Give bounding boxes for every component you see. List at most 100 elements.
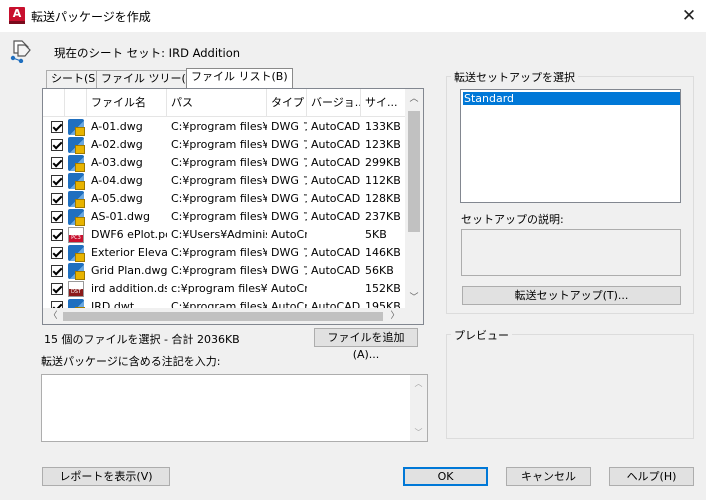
- cell-size: 146KB: [365, 246, 401, 259]
- cell-type: DWG フ: [271, 264, 307, 277]
- dwg-file-icon: [68, 173, 85, 190]
- setup-group-legend: 転送セットアップを選択: [451, 69, 578, 85]
- notes-textarea[interactable]: ︿ ﹀: [41, 374, 428, 442]
- cell-path: C:¥program files¥A: [171, 156, 267, 169]
- include-file-checkbox[interactable]: [51, 175, 63, 187]
- cell-size: 133KB: [365, 120, 401, 133]
- cell-name: Grid Plan.dwg: [91, 264, 167, 277]
- column-header-type[interactable]: タイプ: [267, 89, 307, 117]
- column-header-path[interactable]: パス: [167, 89, 267, 117]
- cell-path: C:¥program files¥A: [171, 210, 267, 223]
- cell-type: DWG フ: [271, 192, 307, 205]
- scroll-up-arrow-icon[interactable]: ︿: [405, 91, 423, 107]
- setup-description-field: [461, 229, 681, 276]
- include-file-checkbox[interactable]: [51, 139, 63, 151]
- file-list-row[interactable]: ird addition.dst c:¥program files¥A AutoCr…: [43, 280, 405, 298]
- header-icon-column: [65, 89, 87, 117]
- scroll-left-arrow-icon[interactable]: 〈: [45, 308, 61, 324]
- cell-path: C:¥program files¥A: [171, 246, 267, 259]
- cell-name: A-04.dwg: [91, 174, 143, 187]
- cell-type: AutoCr: [271, 282, 307, 295]
- add-file-button[interactable]: ファイルを追加(A)...: [314, 328, 418, 361]
- cell-path: c:¥program files¥A: [171, 282, 267, 295]
- scroll-corner: [405, 308, 423, 324]
- include-file-checkbox[interactable]: [51, 157, 63, 169]
- cell-name: ird addition.dst: [91, 282, 167, 295]
- file-list-row[interactable]: DWF6 ePlot.pc C:¥Users¥Administ AutoCr 5KB: [43, 226, 405, 244]
- notes-scroll-up-icon[interactable]: ︿: [412, 378, 425, 389]
- tab-file-list[interactable]: ファイル リスト(B): [186, 68, 293, 89]
- cancel-button[interactable]: キャンセル: [506, 467, 591, 486]
- include-file-checkbox[interactable]: [51, 211, 63, 223]
- dwg-file-icon: [68, 263, 85, 280]
- horizontal-scroll-thumb[interactable]: [63, 312, 383, 321]
- setup-description-label: セットアップの説明:: [461, 213, 564, 226]
- close-button[interactable]: ✕: [672, 2, 706, 30]
- cell-name: A-05.dwg: [91, 192, 143, 205]
- cell-version: AutoCAD: [311, 120, 361, 133]
- column-header-size[interactable]: サイ...: [361, 89, 405, 117]
- cell-type: DWG フ: [271, 246, 307, 259]
- file-list-row[interactable]: Grid Plan.dwg C:¥program files¥A DWG フ Auto…: [43, 262, 405, 280]
- setup-listbox[interactable]: [460, 89, 681, 203]
- dwg-file-icon: [68, 209, 85, 226]
- include-file-checkbox[interactable]: [51, 247, 63, 259]
- scroll-down-arrow-icon[interactable]: ﹀: [405, 290, 423, 306]
- cell-version: AutoCAD: [311, 156, 361, 169]
- file-list-row[interactable]: A-02.dwg C:¥program files¥A DWG フ AutoCAD 12…: [43, 136, 405, 154]
- include-file-checkbox[interactable]: [51, 121, 63, 133]
- scroll-right-arrow-icon[interactable]: 〉: [387, 308, 403, 324]
- vertical-scroll-thumb[interactable]: [408, 111, 420, 232]
- cell-size: 128KB: [365, 192, 401, 205]
- view-report-button[interactable]: レポートを表示(V): [42, 467, 170, 486]
- include-file-checkbox[interactable]: [51, 265, 63, 277]
- window-title: 転送パッケージを作成: [31, 10, 151, 24]
- help-button[interactable]: ヘルプ(H): [609, 467, 694, 486]
- cell-path: C:¥program files¥A: [171, 138, 267, 151]
- cell-version: [311, 280, 361, 298]
- file-list-row[interactable]: A-04.dwg C:¥program files¥A DWG フ AutoCAD 11…: [43, 172, 405, 190]
- cell-version: AutoCAD: [311, 138, 361, 151]
- cell-name: AS-01.dwg: [91, 210, 150, 223]
- include-file-checkbox[interactable]: [51, 229, 63, 241]
- preview-groupbox: [446, 334, 694, 439]
- file-list-row[interactable]: A-05.dwg C:¥program files¥A DWG フ AutoCAD 12…: [43, 190, 405, 208]
- cell-type: AutoCr: [271, 228, 307, 241]
- dwg-file-icon: [68, 119, 85, 136]
- cell-name: A-03.dwg: [91, 156, 143, 169]
- cell-size: 152KB: [365, 282, 401, 295]
- cell-name: DWF6 ePlot.pc: [91, 228, 167, 241]
- cell-type: DWG フ: [271, 138, 307, 151]
- ok-button[interactable]: OK: [403, 467, 488, 486]
- dst-file-icon: [68, 281, 84, 297]
- cell-type: DWG フ: [271, 174, 307, 187]
- current-sheet-set-label: 現在のシート セット: IRD Addition: [54, 46, 241, 60]
- file-list-row[interactable]: A-01.dwg C:¥program files¥A DWG フ AutoCAD 13…: [43, 118, 405, 136]
- cell-type: DWG フ: [271, 210, 307, 223]
- header-checkbox-column: [43, 89, 65, 117]
- notes-scroll-down-icon[interactable]: ﹀: [412, 427, 425, 438]
- cell-path: C:¥program files¥A: [171, 120, 267, 133]
- cell-version: AutoCAD: [311, 192, 361, 205]
- cell-path: C:¥Users¥Administ: [171, 228, 267, 241]
- column-header-version[interactable]: バージョ...: [307, 89, 361, 117]
- pc3-file-icon: [68, 227, 84, 243]
- file-list-panel[interactable]: ファイル名 パス タイプ バージョ... サイ... A-01.dwg C:¥pr…: [42, 88, 424, 325]
- cell-size: 112KB: [365, 174, 401, 187]
- transmittal-setup-button[interactable]: 転送セットアップ(T)...: [462, 286, 681, 305]
- cell-size: 123KB: [365, 138, 401, 151]
- notes-label: 転送パッケージに含める注記を入力:: [41, 355, 221, 368]
- autocad-app-icon: A: [9, 7, 25, 24]
- file-list-row[interactable]: Exterior Elevat C:¥program files¥A DWG フ Au…: [43, 244, 405, 262]
- cell-version: AutoCAD: [311, 174, 361, 187]
- file-list-row[interactable]: AS-01.dwg C:¥program files¥A DWG フ AutoCAD 2…: [43, 208, 405, 226]
- column-header-filename[interactable]: ファイル名: [87, 89, 167, 117]
- cell-path: C:¥program files¥A: [171, 192, 267, 205]
- include-file-checkbox[interactable]: [51, 193, 63, 205]
- file-list-row[interactable]: A-03.dwg C:¥program files¥A DWG フ AutoCAD 29…: [43, 154, 405, 172]
- cell-size: 237KB: [365, 210, 401, 223]
- dwg-file-icon: [68, 245, 85, 262]
- setup-item-standard[interactable]: Standard: [463, 92, 680, 105]
- sheet-set-icon: [10, 40, 31, 63]
- include-file-checkbox[interactable]: [51, 283, 63, 295]
